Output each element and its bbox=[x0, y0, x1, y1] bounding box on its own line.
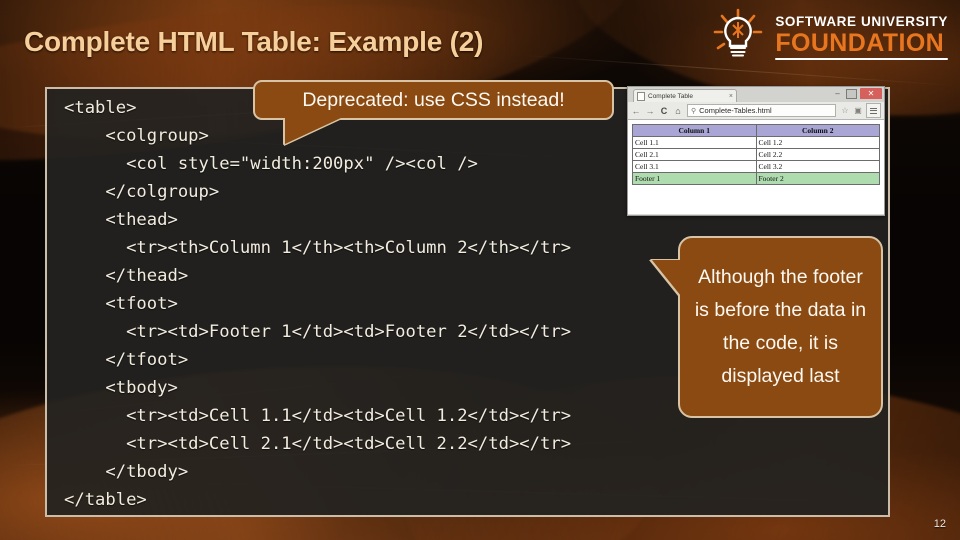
table-row: Footer 1 Footer 2 bbox=[632, 172, 880, 185]
logo-underline bbox=[775, 58, 948, 60]
lightbulb-icon bbox=[709, 8, 767, 66]
browser-viewport: Column 1 Column 2 Cell 1.1 Cell 1.2 Cell… bbox=[628, 120, 884, 214]
callout-tail bbox=[285, 117, 343, 144]
callout-tail bbox=[652, 260, 681, 296]
browser-titlebar: Complete Table × – ✕ bbox=[628, 87, 884, 102]
page-favicon-icon bbox=[637, 91, 645, 101]
table-footer-cell: Footer 1 bbox=[632, 172, 757, 185]
home-button-icon[interactable]: ⌂ bbox=[673, 106, 683, 116]
callout-deprecated: Deprecated: use CSS instead! bbox=[253, 80, 614, 144]
address-bar[interactable]: ⚲ Complete-Tables.html bbox=[687, 104, 836, 117]
browser-toolbar: ← → C ⌂ ⚲ Complete-Tables.html ☆ ▣ bbox=[628, 102, 884, 120]
callout-deprecated-text: Deprecated: use CSS instead! bbox=[302, 88, 565, 111]
table-head: Column 1 Column 2 bbox=[632, 124, 880, 137]
table-cell: Cell 2.1 bbox=[632, 148, 757, 161]
table-cell: Cell 1.2 bbox=[755, 136, 880, 149]
toolbar-actions: ☆ ▣ bbox=[840, 103, 881, 118]
table-header-cell: Column 1 bbox=[632, 124, 757, 137]
hamburger-menu-icon[interactable] bbox=[866, 103, 881, 118]
browser-tab-title: Complete Table bbox=[648, 92, 694, 100]
window-controls: – ✕ bbox=[832, 88, 882, 99]
table-row: Column 1 Column 2 bbox=[632, 124, 880, 137]
search-icon: ⚲ bbox=[691, 106, 697, 115]
forward-button-icon[interactable]: → bbox=[645, 106, 655, 116]
table-cell: Cell 3.1 bbox=[632, 160, 757, 173]
table-row: Cell 1.1 Cell 1.2 bbox=[632, 136, 880, 149]
reload-button-icon[interactable]: C bbox=[659, 106, 669, 116]
table-foot: Footer 1 Footer 2 bbox=[632, 172, 880, 185]
table-row: Cell 2.1 Cell 2.2 bbox=[632, 148, 880, 161]
back-button-icon[interactable]: ← bbox=[631, 106, 641, 116]
close-tab-icon[interactable]: × bbox=[729, 93, 733, 100]
callout-footer-note-text: Although the footer is before the data i… bbox=[694, 266, 867, 387]
logo-line-2: FOUNDATION bbox=[775, 29, 945, 57]
softuni-foundation-logo: SOFTWARE UNIVERSITY FOUNDATION bbox=[709, 8, 948, 66]
address-bar-url: Complete-Tables.html bbox=[699, 106, 772, 115]
table-cell: Cell 3.2 bbox=[755, 160, 880, 173]
maximize-button[interactable] bbox=[846, 88, 857, 99]
browser-window-screenshot: Complete Table × – ✕ ← → C ⌂ ⚲ Complete-… bbox=[627, 86, 885, 216]
bookmark-icon[interactable]: ☆ bbox=[840, 105, 850, 116]
table-cell: Cell 2.2 bbox=[755, 148, 880, 161]
table-row: Cell 3.1 Cell 3.2 bbox=[632, 160, 880, 173]
page-title: Complete HTML Table: Example (2) bbox=[24, 26, 484, 57]
page-number: 12 bbox=[933, 518, 946, 530]
table-cell: Cell 1.1 bbox=[632, 136, 757, 149]
table-body: Cell 1.1 Cell 1.2 Cell 2.1 Cell 2.2 Cell… bbox=[632, 136, 880, 173]
table-footer-cell: Footer 2 bbox=[755, 172, 880, 185]
minimize-button[interactable]: – bbox=[832, 89, 843, 99]
browser-tab[interactable]: Complete Table × bbox=[633, 89, 737, 102]
rendered-html-table: Column 1 Column 2 Cell 1.1 Cell 1.2 Cell… bbox=[632, 124, 880, 185]
logo-line-1: SOFTWARE UNIVERSITY bbox=[775, 14, 948, 29]
extension-icon[interactable]: ▣ bbox=[853, 105, 863, 116]
callout-footer-note: Although the footer is before the data i… bbox=[652, 236, 883, 418]
table-header-cell: Column 2 bbox=[755, 124, 880, 137]
logo-wordmark: SOFTWARE UNIVERSITY FOUNDATION bbox=[775, 14, 948, 60]
close-window-button[interactable]: ✕ bbox=[860, 88, 882, 99]
